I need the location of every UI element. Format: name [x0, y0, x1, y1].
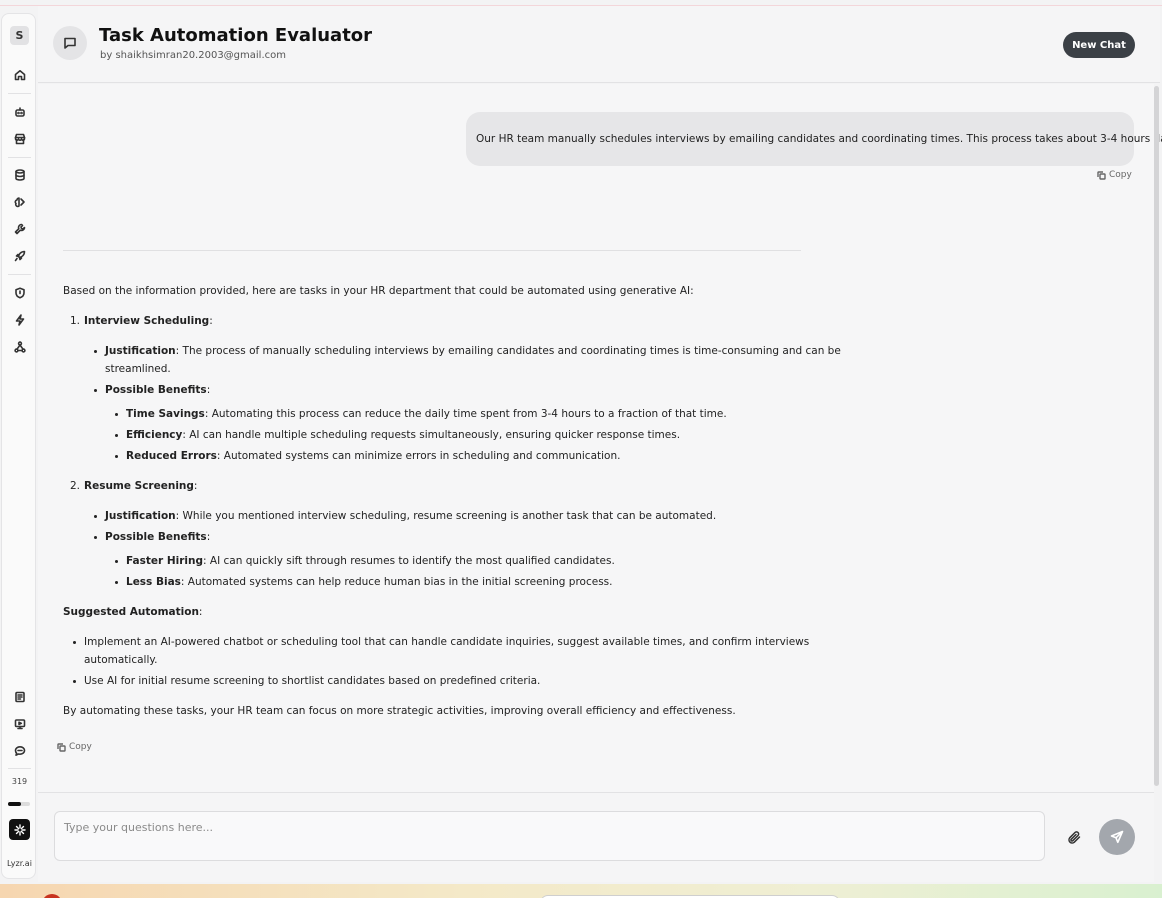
task-title-text: Resume Screening — [84, 480, 194, 492]
list-item: Less Bias: Automated systems can help re… — [115, 573, 613, 591]
bullet-text: : Automated systems can minimize errors … — [216, 450, 621, 462]
agent-chat-icon — [53, 26, 87, 60]
chat-scrollbar[interactable] — [1154, 86, 1159, 786]
composer — [38, 792, 1154, 882]
rocket-icon[interactable] — [11, 247, 28, 264]
section-heading-text: Suggested Automation — [63, 606, 199, 618]
workflow-icon[interactable] — [11, 338, 28, 355]
section-heading: Suggested Automation: — [63, 606, 203, 618]
copy-label: Copy — [69, 742, 92, 752]
chat-messages: Our HR team manually schedules interview… — [38, 84, 1162, 792]
task-title: Interview Scheduling: — [84, 315, 213, 327]
bullet-label: Justification — [105, 510, 176, 522]
sidebar-divider — [8, 157, 31, 158]
bullet-label: Possible Benefits — [105, 384, 207, 396]
sidebar-divider — [8, 768, 31, 769]
bullet-label: Less Bias — [126, 576, 181, 588]
bullet-text: : Automated systems can help reduce huma… — [180, 576, 613, 588]
bullet-text: : While you mentioned interview scheduli… — [175, 510, 717, 522]
user-message: Our HR team manually schedules interview… — [466, 112, 1162, 166]
paperclip-icon[interactable] — [1064, 827, 1084, 847]
bullet-label: Time Savings — [126, 408, 205, 420]
sidebar-divider — [8, 274, 31, 275]
taskbar-strip — [0, 884, 1162, 898]
message-input[interactable] — [54, 811, 1045, 861]
taskbar-app-icon — [42, 894, 62, 898]
bullet-text-continued: streamlined. — [105, 363, 171, 375]
home-icon[interactable] — [11, 66, 28, 83]
bullet-text: : The process of manually scheduling int… — [175, 345, 841, 357]
monitor-icon[interactable] — [11, 715, 28, 732]
list-item-continued: automatically. — [84, 654, 158, 666]
message-divider — [63, 250, 801, 251]
credits-progress-fill — [8, 802, 22, 806]
list-item: Possible Benefits: — [93, 381, 210, 399]
page-title: Task Automation Evaluator — [99, 25, 373, 46]
chat-icon[interactable] — [11, 742, 28, 759]
user-avatar[interactable]: S — [10, 26, 29, 45]
list-item: Possible Benefits: — [93, 528, 210, 546]
bullet-label: Efficiency — [126, 429, 183, 441]
copy-label: Copy — [1109, 170, 1132, 180]
send-button[interactable] — [1099, 819, 1135, 855]
database-icon[interactable] — [11, 166, 28, 183]
list-item: Faster Hiring: AI can quickly sift throu… — [115, 552, 615, 570]
chat-header: Task Automation Evaluator by shaikhsimra… — [38, 6, 1160, 83]
document-icon[interactable] — [11, 688, 28, 705]
copy-answer-button[interactable]: Copy — [57, 742, 92, 752]
task-title: Resume Screening: — [84, 480, 198, 492]
task-title-text: Interview Scheduling — [84, 315, 210, 327]
list-item: Justification: The process of manually s… — [94, 342, 841, 360]
list-number: 1. — [70, 315, 81, 327]
answer-conclusion: By automating these tasks, your HR team … — [63, 705, 736, 717]
bullet-label: Possible Benefits — [105, 531, 207, 543]
list-item: Time Savings: Automating this process ca… — [115, 405, 727, 423]
store-icon[interactable] — [11, 130, 28, 147]
bullet-label: Faster Hiring — [126, 555, 204, 567]
bullet-text: : Automating this process can reduce the… — [204, 408, 727, 420]
credits-count: 319 — [11, 777, 28, 786]
wrench-icon[interactable] — [11, 220, 28, 237]
bullet-text: : AI can handle multiple scheduling requ… — [182, 429, 681, 441]
author-email: by shaikhsimran20.2003@gmail.com — [100, 50, 286, 61]
user-message-text: Our HR team manually schedules interview… — [476, 133, 1162, 145]
sidebar: S 319 Lyzr.ai — [1, 13, 36, 879]
list-item: Reduced Errors: Automated systems can mi… — [114, 447, 621, 465]
brand-label: Lyzr.ai — [7, 859, 32, 868]
bullet-label: Justification — [105, 345, 176, 357]
lyzr-logo-icon[interactable] — [9, 819, 30, 840]
bot-icon[interactable] — [11, 103, 28, 120]
credits-progress-bar — [8, 802, 30, 806]
brain-icon[interactable] — [11, 193, 28, 210]
send-icon — [1110, 830, 1124, 844]
bolt-icon[interactable] — [11, 311, 28, 328]
list-item: Efficiency: AI can handle multiple sched… — [114, 426, 681, 444]
shield-icon[interactable] — [11, 284, 28, 301]
bullet-label: Reduced Errors — [126, 450, 217, 462]
copy-user-message-button[interactable]: Copy — [1097, 170, 1132, 180]
list-item: Implement an AI-powered chatbot or sched… — [72, 633, 809, 651]
list-number: 2. — [70, 480, 81, 492]
bullet-text: : AI can quickly sift through resumes to… — [203, 555, 615, 567]
new-chat-button[interactable]: New Chat — [1063, 32, 1135, 58]
copy-icon — [1097, 170, 1106, 180]
sidebar-divider — [8, 93, 31, 94]
list-item: Use AI for initial resume screening to s… — [72, 672, 540, 690]
answer-intro: Based on the information provided, here … — [63, 285, 694, 297]
copy-icon — [57, 742, 66, 752]
list-item: Justification: While you mentioned inter… — [93, 507, 717, 525]
